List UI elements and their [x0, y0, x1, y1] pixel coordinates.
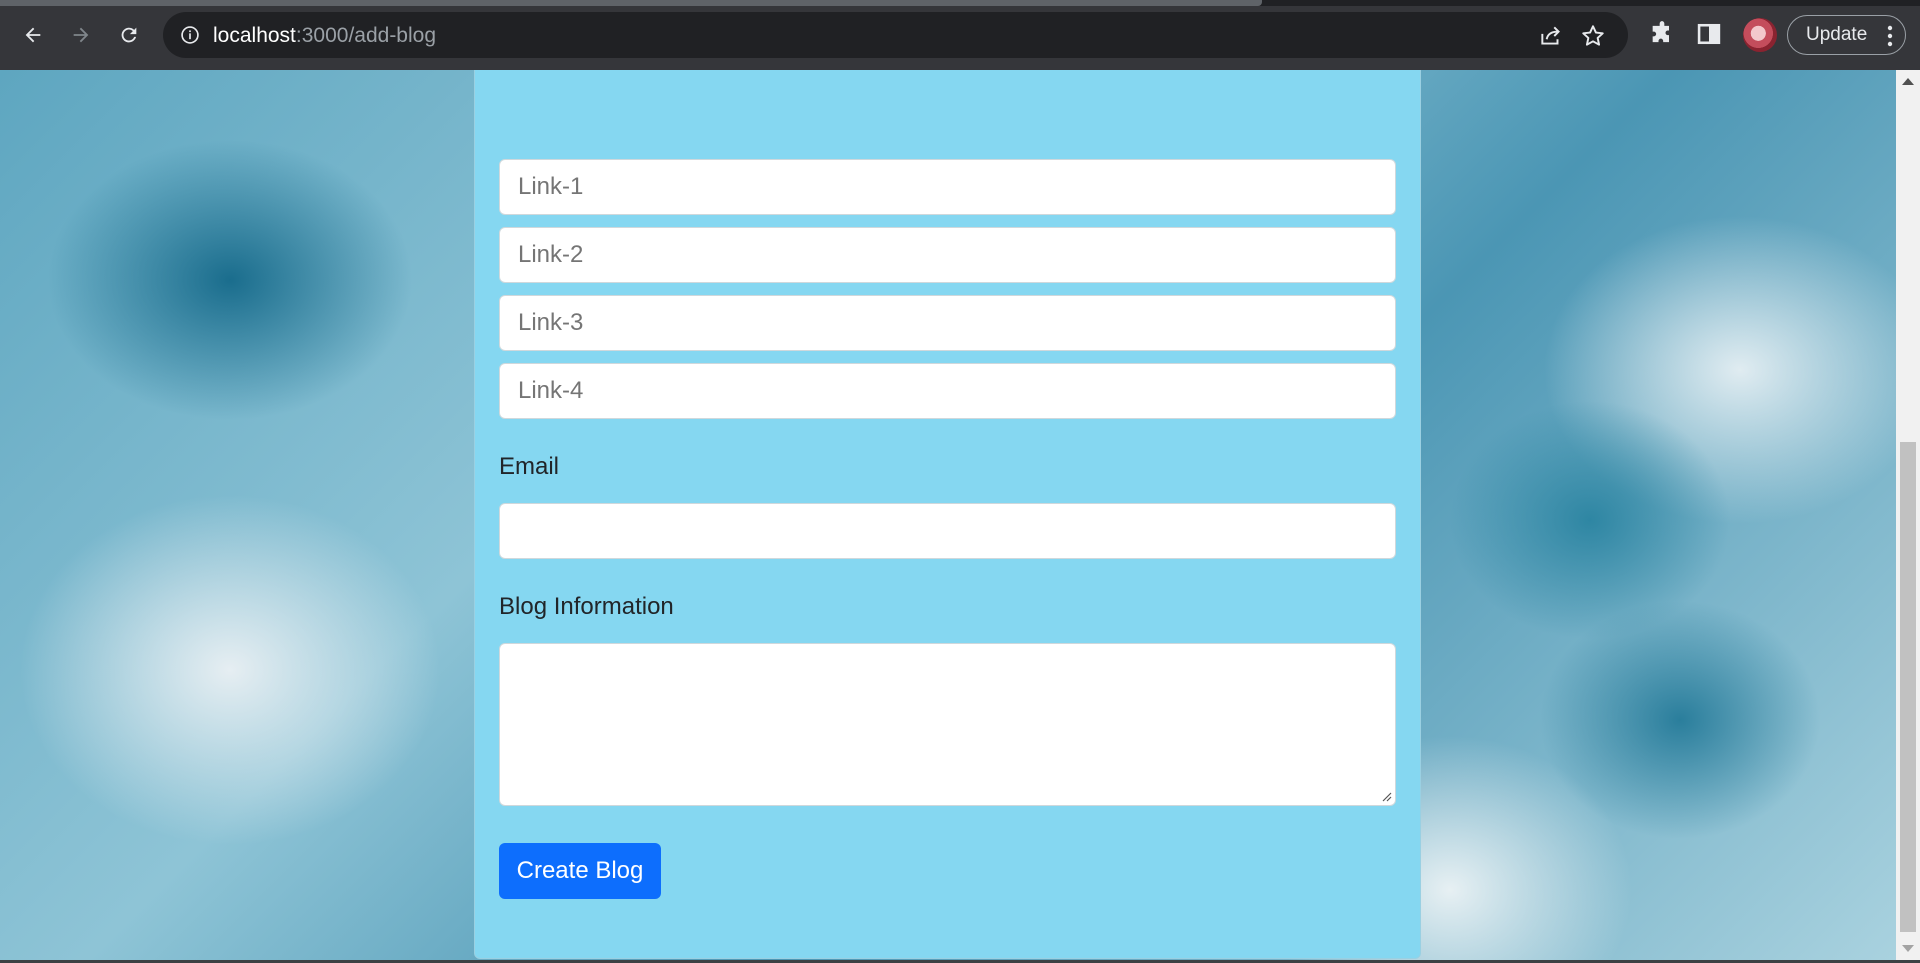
resize-grip-icon[interactable]: [1380, 790, 1392, 802]
address-bar[interactable]: localhost:3000/add-blog: [163, 12, 1628, 58]
reload-button[interactable]: [114, 20, 144, 50]
blog-information-textarea[interactable]: [499, 643, 1396, 806]
link-2-input[interactable]: [499, 227, 1396, 283]
update-button[interactable]: Update: [1787, 15, 1906, 55]
forward-icon: [73, 27, 89, 43]
forward-button[interactable]: [66, 20, 96, 50]
extensions-icon[interactable]: [1648, 20, 1676, 48]
link-4-input[interactable]: [499, 363, 1396, 419]
reload-icon: [121, 27, 137, 43]
link-1-input[interactable]: [499, 159, 1396, 215]
create-blog-button[interactable]: Create Blog: [499, 843, 661, 899]
active-tab[interactable]: [0, 0, 1262, 6]
email-label: Email: [499, 453, 560, 480]
more-vert-icon[interactable]: [1887, 25, 1893, 47]
profile-avatar[interactable]: [1743, 18, 1777, 52]
back-icon: [25, 27, 41, 43]
scroll-up-arrow-icon[interactable]: [1902, 78, 1914, 85]
share-icon[interactable]: [1538, 23, 1564, 49]
url-text[interactable]: localhost:3000/add-blog: [213, 24, 436, 48]
star-icon[interactable]: [1580, 23, 1606, 49]
scrollbar-thumb[interactable]: [1900, 442, 1916, 932]
browser-toolbar: localhost:3000/add-blog Update: [0, 0, 1920, 70]
url-path: :3000/add-blog: [295, 24, 437, 47]
update-label: Update: [1806, 24, 1868, 45]
side-panel-icon[interactable]: [1695, 20, 1723, 48]
url-host: localhost: [213, 24, 296, 47]
scroll-down-arrow-icon[interactable]: [1902, 945, 1914, 952]
back-button[interactable]: [18, 20, 48, 50]
add-blog-form: Email Blog Information Create Blog: [474, 70, 1421, 959]
vertical-scrollbar[interactable]: [1896, 70, 1920, 960]
page-viewport: Email Blog Information Create Blog: [0, 70, 1896, 960]
blog-information-label: Blog Information: [499, 593, 674, 620]
info-icon[interactable]: [180, 25, 200, 45]
tab-strip: [0, 0, 1920, 6]
link-3-input[interactable]: [499, 295, 1396, 351]
email-field[interactable]: [499, 503, 1396, 559]
